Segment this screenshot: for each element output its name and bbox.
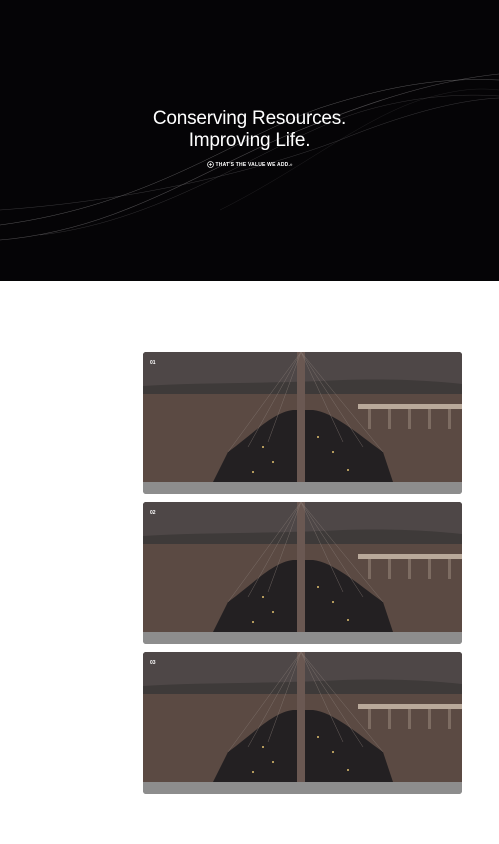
video-number: 02 [150, 510, 156, 516]
video-card[interactable]: 01 [143, 352, 462, 494]
bridge-scene-image [143, 352, 462, 482]
tagline-text: THAT'S THE VALUE WE ADD. [215, 161, 291, 168]
video-caption-bar [143, 782, 462, 794]
video-card[interactable]: 02 [143, 502, 462, 644]
hero-title: Conserving Resources. Improving Life. [0, 108, 499, 152]
video-number: 03 [150, 660, 156, 666]
video-thumbnail[interactable]: 02 [143, 502, 462, 632]
video-card[interactable]: 03 [143, 652, 462, 794]
video-number: 01 [150, 360, 156, 366]
video-thumbnail[interactable]: 01 [143, 352, 462, 482]
bridge-scene-image [143, 502, 462, 632]
video-caption-bar [143, 482, 462, 494]
hero-title-line-2: Improving Life. [188, 130, 311, 151]
tagline-link[interactable]: THAT'S THE VALUE WE ADD. ® [0, 161, 499, 168]
tagline-registered-mark: ® [290, 162, 293, 167]
hero-title-line-1: Conserving Resources. [152, 108, 347, 129]
video-thumbnail[interactable]: 03 [143, 652, 462, 782]
hero-section: Conserving Resources. Improving Life. TH… [0, 0, 499, 281]
video-caption-bar [143, 632, 462, 644]
bridge-scene-image [143, 652, 462, 782]
circle-plus-icon [206, 161, 214, 168]
